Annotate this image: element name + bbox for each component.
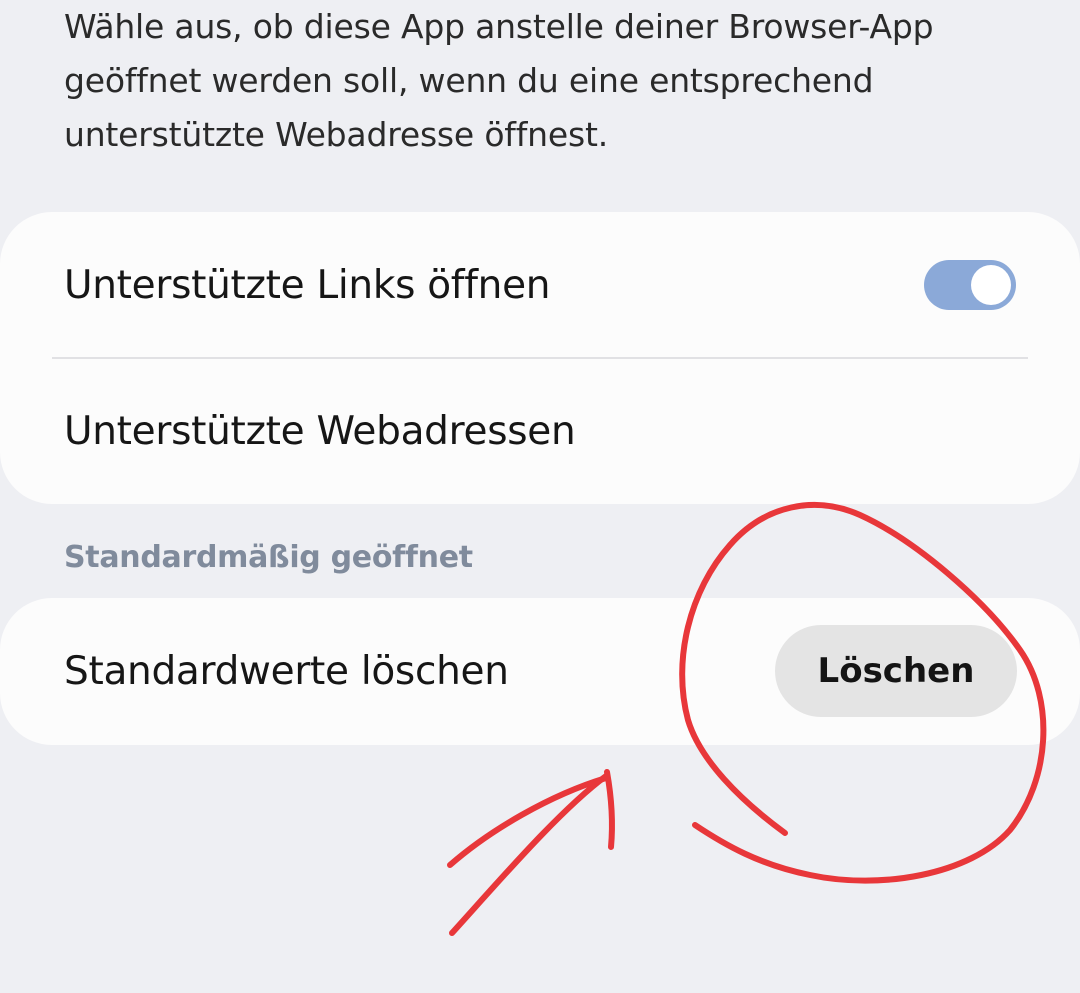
toggle-knob xyxy=(971,265,1011,305)
red-arrow-shaft-annotation xyxy=(449,773,609,936)
clear-defaults-card: Standardwerte löschen Löschen xyxy=(0,598,1080,745)
red-arrow-head-left-annotation xyxy=(447,775,609,868)
open-supported-links-label: Unterstützte Links öffnen xyxy=(64,262,551,308)
section-header-default-open: Standardmäßig geöffnet xyxy=(64,540,473,575)
open-supported-links-toggle[interactable] xyxy=(924,260,1016,310)
clear-defaults-row: Standardwerte löschen Löschen xyxy=(0,598,1080,745)
clear-defaults-label: Standardwerte löschen xyxy=(64,649,509,694)
supported-web-addresses-row[interactable]: Unterstützte Webadressen xyxy=(0,358,1080,504)
open-supported-links-row[interactable]: Unterstützte Links öffnen xyxy=(0,212,1080,358)
clear-button[interactable]: Löschen xyxy=(775,625,1017,717)
description-text: Wähle aus, ob diese App anstelle deiner … xyxy=(64,7,934,154)
supported-links-card: Unterstützte Links öffnen Unterstützte W… xyxy=(0,212,1080,504)
red-arrow-head-right-annotation xyxy=(604,769,615,850)
supported-web-addresses-label: Unterstützte Webadressen xyxy=(64,408,576,454)
